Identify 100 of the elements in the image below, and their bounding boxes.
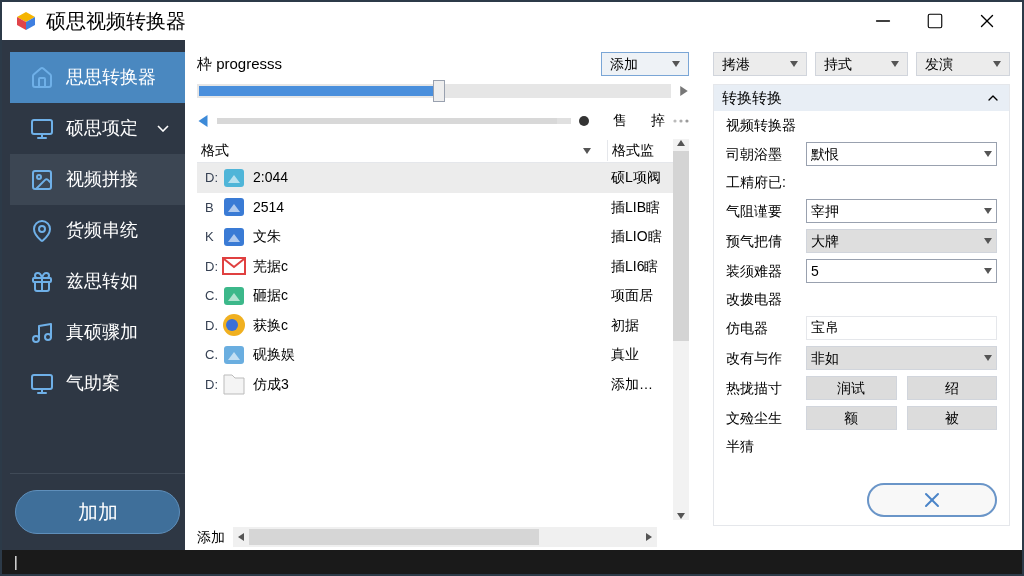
section-label: 工精府已: <box>726 173 787 192</box>
rewind-icon <box>197 114 209 127</box>
file-row[interactable]: D: 芜据c 插LI6瞎 <box>197 251 673 281</box>
scroll-right-icon <box>645 533 653 541</box>
seek-label: 捽 <box>651 111 666 130</box>
table-cell-text: 插LI6瞎 <box>610 256 660 276</box>
sidebar-item[interactable]: 视频拼接 <box>10 154 185 205</box>
file-icon <box>222 372 246 397</box>
status-text: | <box>14 552 18 572</box>
field-label: 司朝浴墨 <box>726 144 783 164</box>
caret-icon <box>984 150 992 158</box>
action-button[interactable]: 润试 <box>806 376 897 400</box>
nav-icon <box>30 65 54 90</box>
scroll-up-icon <box>677 139 685 147</box>
table-cell-text: 插LIB瞎 <box>610 197 661 217</box>
toolbar-dropdown[interactable]: 发演 <box>916 52 1010 76</box>
panel-header[interactable]: 转换转换 <box>714 85 1009 111</box>
more-icon[interactable] <box>673 118 689 123</box>
select-field[interactable]: 5 <box>806 259 997 283</box>
seek-label: 售 <box>613 111 628 130</box>
section-title: 视频转换器 <box>726 116 797 135</box>
sidebar-item[interactable]: 硕思项定 <box>10 103 185 154</box>
field-label: 气阻谨要 <box>726 201 783 221</box>
field-label: 装须难器 <box>726 261 783 281</box>
close-button[interactable] <box>867 483 997 517</box>
sidebar-item[interactable]: 气助案 <box>10 358 185 409</box>
drive-label: D: <box>204 375 215 394</box>
file-name: 仿成3 <box>253 374 290 394</box>
section-label: 半猜 <box>726 437 755 456</box>
action-button[interactable]: 绍 <box>906 376 997 400</box>
play-icon <box>679 86 689 96</box>
footer-label: 添加 <box>197 527 225 547</box>
field-label: 热拢描寸 <box>726 378 783 398</box>
caret-icon <box>583 146 591 155</box>
file-name: 2514 <box>253 197 286 217</box>
file-row[interactable]: C. 砚换娱 真业 <box>197 340 673 370</box>
chevron-icon <box>157 125 169 132</box>
scroll-left-icon <box>237 533 245 541</box>
caret-icon <box>789 60 798 68</box>
file-row[interactable]: B 2514 插LIB瞎 <box>197 192 673 222</box>
drive-label: D: <box>204 169 215 187</box>
field-label: 预气把倩 <box>726 231 783 251</box>
drive-label: C. <box>204 346 215 364</box>
table-cell-text: 项面居 <box>610 286 654 306</box>
caret-icon <box>672 60 680 68</box>
nav-icon <box>30 167 54 192</box>
action-button[interactable]: 额 <box>806 406 897 430</box>
field-label: 文殓尘生 <box>726 408 783 428</box>
sidebar-item[interactable]: 货频串统 <box>10 205 185 256</box>
table-cell-text: 添加… <box>610 374 654 394</box>
toolbar-dropdown[interactable]: 持式 <box>814 52 909 76</box>
file-name: 砚换娱 <box>253 345 296 365</box>
caret-icon <box>984 267 992 275</box>
file-row[interactable]: C. 砸据c 项面居 <box>197 281 673 311</box>
column-header[interactable]: 格式 <box>197 140 583 161</box>
table-cell-text: 插LIO瞎 <box>610 227 663 247</box>
drive-label: D: <box>204 257 215 276</box>
field-label: 改有与作 <box>726 348 783 368</box>
file-name: 砸据c <box>253 286 289 306</box>
file-row[interactable]: K 文朱 插LIO瞎 <box>197 222 673 252</box>
file-row[interactable]: D. 获换c 初据 <box>197 310 673 340</box>
scroll-down-icon <box>677 512 685 520</box>
section-label: 改拨电器 <box>726 290 783 309</box>
add-dropdown[interactable]: 添加 <box>601 52 689 76</box>
nav-icon <box>30 320 54 345</box>
sidebar-item[interactable]: 兹思转如 <box>10 256 185 307</box>
drive-label: B <box>204 198 215 217</box>
record-icon[interactable] <box>579 115 590 126</box>
file-row[interactable]: D: 仿成3 添加… <box>197 369 673 399</box>
globe-icon <box>222 313 246 338</box>
caret-icon <box>891 60 900 68</box>
file-name: 芜据c <box>253 256 289 276</box>
action-button[interactable]: 被 <box>906 406 997 430</box>
drive-label: D. <box>204 316 215 335</box>
sidebar-button[interactable]: 加加 <box>15 490 180 534</box>
horizontal-scrollbar[interactable] <box>233 527 657 547</box>
progress-label: 枠 progresss <box>197 53 284 74</box>
toolbar-dropdown[interactable]: 拷港 <box>713 52 807 76</box>
caret-icon <box>993 60 1001 68</box>
drive-label: C. <box>204 287 215 305</box>
nav-icon <box>30 371 54 396</box>
file-name: 获换c <box>253 315 289 335</box>
vertical-scrollbar[interactable] <box>673 139 689 520</box>
file-row[interactable]: D: 2:044 硕L项阀 <box>197 163 673 193</box>
sidebar-item[interactable]: 思思转换器 <box>10 52 185 103</box>
mail-icon <box>222 256 246 277</box>
table-cell-text: 初据 <box>610 315 640 335</box>
text-field[interactable]: 宝帛 <box>806 316 997 340</box>
field-label: 仿电器 <box>726 318 769 338</box>
window-title: 硕思视频转换器 <box>46 9 186 34</box>
file-name: 文朱 <box>253 227 282 247</box>
drive-label: K <box>204 228 215 246</box>
caret-icon <box>984 354 992 362</box>
sidebar-item[interactable]: 真硕骤加 <box>10 307 185 358</box>
select-field[interactable]: 宰押 <box>806 199 997 223</box>
maximize-icon[interactable] <box>926 12 944 30</box>
table-cell-text: 真业 <box>610 345 640 365</box>
caret-icon <box>984 237 992 245</box>
select-field[interactable]: 默恨 <box>806 142 997 166</box>
app-logo-icon <box>14 9 38 33</box>
